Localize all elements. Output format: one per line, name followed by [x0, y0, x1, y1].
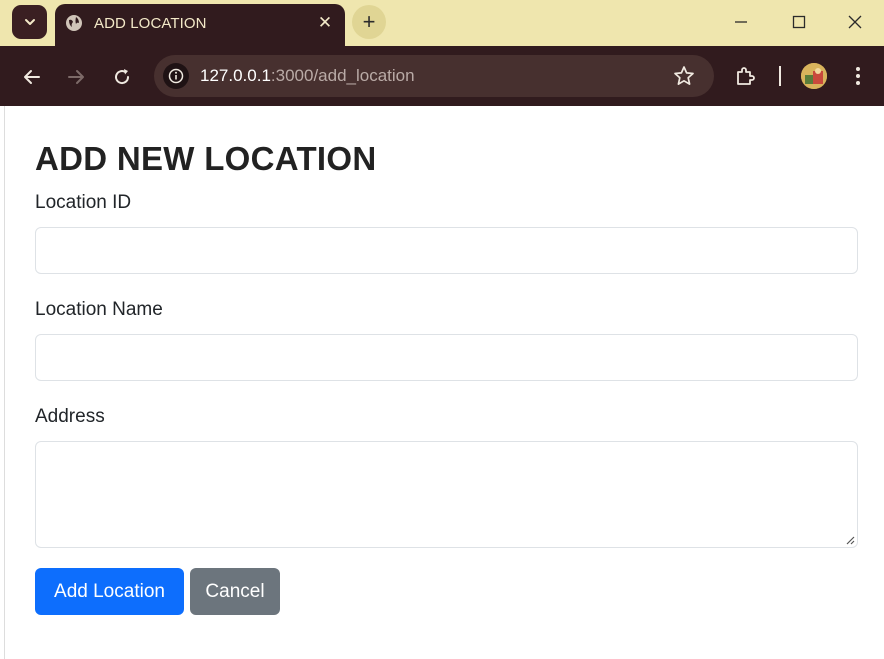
menu-icon[interactable] — [851, 63, 865, 89]
add-location-button[interactable]: Add Location — [35, 568, 184, 615]
address-textarea[interactable] — [35, 441, 858, 548]
tab-title: ADD LOCATION — [94, 15, 207, 32]
tab-strip: ADD LOCATION ✕ + — [0, 0, 884, 46]
close-window-button[interactable] — [826, 0, 884, 44]
page-content: ADD NEW LOCATION Location ID Location Na… — [4, 106, 884, 659]
forward-button[interactable] — [61, 62, 91, 92]
forward-icon — [68, 70, 84, 84]
profile-avatar[interactable] — [801, 63, 827, 89]
address-label: Address — [35, 406, 105, 427]
url-path: :3000/add_location — [270, 66, 415, 85]
url-text: 127.0.0.1:3000/add_location — [200, 66, 415, 86]
tab-search-button[interactable] — [12, 5, 47, 39]
chevron-down-icon — [24, 19, 35, 25]
toolbar-divider — [779, 66, 781, 86]
address-bar[interactable]: 127.0.0.1:3000/add_location — [154, 55, 714, 97]
resize-handle-icon[interactable] — [845, 535, 855, 545]
location-id-input[interactable] — [35, 227, 858, 274]
location-name-label: Location Name — [35, 299, 163, 320]
back-button[interactable] — [17, 62, 47, 92]
reload-button[interactable] — [107, 62, 137, 92]
globe-icon — [66, 15, 82, 31]
location-id-label: Location ID — [35, 192, 132, 213]
info-icon[interactable] — [163, 63, 189, 89]
plus-icon: + — [362, 9, 376, 34]
active-tab[interactable]: ADD LOCATION ✕ — [55, 4, 345, 46]
url-host: 127.0.0.1 — [200, 66, 271, 85]
minimize-button[interactable] — [712, 0, 770, 44]
maximize-button[interactable] — [770, 0, 828, 44]
new-tab-button[interactable]: + — [352, 5, 386, 39]
star-icon[interactable] — [672, 64, 696, 88]
back-icon — [24, 70, 40, 84]
reload-icon — [115, 69, 130, 85]
browser-toolbar: 127.0.0.1:3000/add_location — [0, 46, 884, 106]
minimize-icon — [735, 21, 747, 23]
page-title: ADD NEW LOCATION — [35, 140, 377, 177]
extensions-icon[interactable] — [734, 64, 758, 88]
cancel-button[interactable]: Cancel — [190, 568, 280, 615]
tab-close-icon[interactable]: ✕ — [314, 12, 336, 34]
location-name-input[interactable] — [35, 334, 858, 381]
close-icon — [848, 15, 862, 29]
maximize-icon — [792, 15, 806, 29]
